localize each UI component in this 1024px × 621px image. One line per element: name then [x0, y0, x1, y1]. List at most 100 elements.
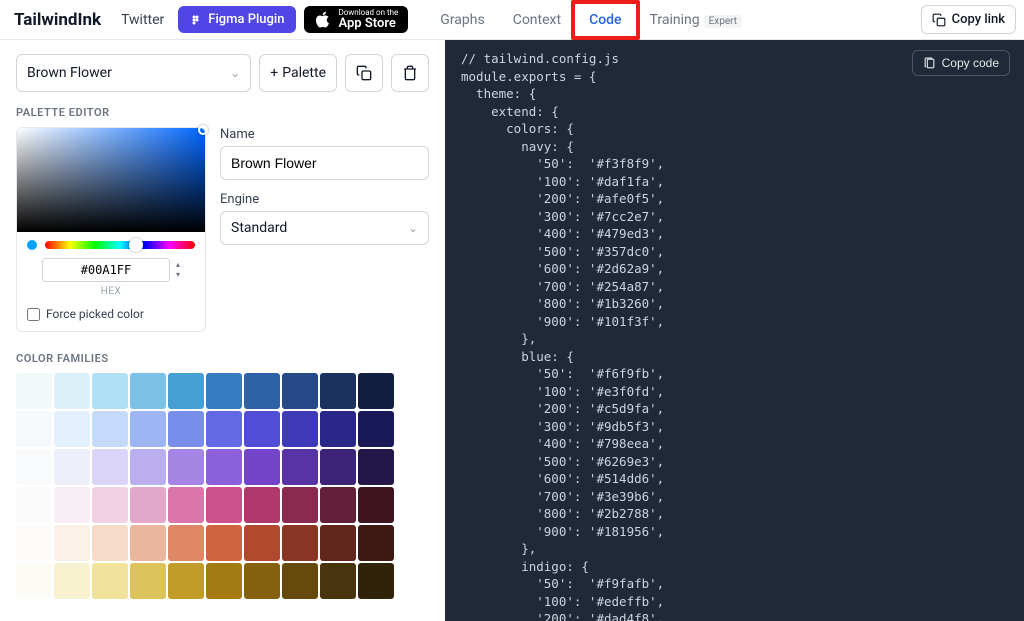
color-swatch[interactable]	[206, 487, 242, 523]
name-label: Name	[220, 127, 429, 142]
color-swatch[interactable]	[206, 411, 242, 447]
color-swatch[interactable]	[244, 487, 280, 523]
color-swatch[interactable]	[244, 449, 280, 485]
family-row	[16, 563, 429, 599]
color-swatch[interactable]	[130, 449, 166, 485]
trash-icon	[402, 65, 418, 81]
left-panel: Brown Flower ⌄ + Palette PALETTE EDITOR	[0, 40, 445, 621]
color-swatch[interactable]	[16, 525, 52, 561]
color-swatch[interactable]	[130, 525, 166, 561]
color-swatch[interactable]	[358, 411, 394, 447]
code-content[interactable]: // tailwind.config.js module.exports = {…	[445, 40, 1024, 621]
color-swatch[interactable]	[206, 563, 242, 599]
color-swatch[interactable]	[206, 525, 242, 561]
copy-code-label: Copy code	[942, 56, 999, 70]
color-swatch[interactable]	[244, 563, 280, 599]
engine-value: Standard	[231, 220, 287, 236]
color-swatch[interactable]	[358, 373, 394, 409]
color-swatch[interactable]	[92, 373, 128, 409]
copy-link-label: Copy link	[952, 12, 1005, 27]
hex-input[interactable]	[42, 258, 170, 282]
color-swatch[interactable]	[244, 411, 280, 447]
hue-slider[interactable]	[45, 241, 195, 249]
color-swatch[interactable]	[244, 525, 280, 561]
app-store-button[interactable]: Download on the App Store	[304, 6, 408, 33]
tab-code[interactable]: Code	[577, 4, 633, 36]
palette-select[interactable]: Brown Flower ⌄	[16, 54, 251, 92]
color-swatch[interactable]	[54, 525, 90, 561]
tab-graphs[interactable]: Graphs	[428, 4, 496, 36]
palette-select-value: Brown Flower	[27, 65, 112, 81]
color-swatch[interactable]	[168, 411, 204, 447]
hex-stepper[interactable]: ▴▾	[176, 261, 180, 279]
color-swatch[interactable]	[358, 449, 394, 485]
color-swatch[interactable]	[358, 525, 394, 561]
saturation-value-area[interactable]	[17, 128, 205, 232]
color-swatch[interactable]	[282, 525, 318, 561]
appstore-big-text: App Store	[338, 17, 398, 30]
name-input[interactable]	[220, 146, 429, 180]
sv-cursor[interactable]	[198, 125, 208, 135]
duplicate-button[interactable]	[345, 54, 383, 92]
color-swatch[interactable]	[244, 373, 280, 409]
color-swatch[interactable]	[168, 525, 204, 561]
family-row	[16, 525, 429, 561]
color-swatch[interactable]	[320, 411, 356, 447]
color-swatch[interactable]	[92, 563, 128, 599]
color-swatch[interactable]	[282, 411, 318, 447]
color-swatch[interactable]	[92, 525, 128, 561]
color-swatch[interactable]	[54, 373, 90, 409]
color-swatch[interactable]	[92, 449, 128, 485]
color-swatch[interactable]	[130, 373, 166, 409]
color-swatch[interactable]	[206, 373, 242, 409]
color-swatch[interactable]	[282, 449, 318, 485]
twitter-link[interactable]: Twitter	[115, 12, 170, 28]
color-swatch[interactable]	[130, 411, 166, 447]
color-swatch[interactable]	[168, 563, 204, 599]
color-swatch[interactable]	[16, 449, 52, 485]
color-swatch[interactable]	[168, 373, 204, 409]
color-swatch[interactable]	[54, 487, 90, 523]
color-swatch[interactable]	[320, 373, 356, 409]
color-families-label: COLOR FAMILIES	[16, 352, 429, 365]
hex-label: HEX	[17, 286, 205, 297]
hue-thumb[interactable]	[129, 238, 143, 252]
color-swatch[interactable]	[92, 411, 128, 447]
color-swatch[interactable]	[168, 449, 204, 485]
chevron-down-icon: ⌄	[230, 66, 240, 80]
color-swatch[interactable]	[130, 487, 166, 523]
color-swatch[interactable]	[16, 487, 52, 523]
color-swatch[interactable]	[130, 563, 166, 599]
color-swatch[interactable]	[358, 563, 394, 599]
color-swatch[interactable]	[320, 525, 356, 561]
color-swatch[interactable]	[54, 449, 90, 485]
add-palette-button[interactable]: + Palette	[259, 54, 337, 92]
color-swatch[interactable]	[54, 563, 90, 599]
chevron-down-icon: ⌄	[408, 221, 418, 235]
delete-button[interactable]	[391, 54, 429, 92]
color-swatch[interactable]	[320, 563, 356, 599]
force-picked-checkbox[interactable]	[27, 308, 40, 321]
color-swatch[interactable]	[282, 373, 318, 409]
color-swatch[interactable]	[358, 487, 394, 523]
tab-context[interactable]: Context	[501, 4, 573, 36]
color-swatch[interactable]	[92, 487, 128, 523]
color-swatch[interactable]	[320, 487, 356, 523]
engine-label: Engine	[220, 192, 429, 207]
color-swatch[interactable]	[16, 563, 52, 599]
family-row	[16, 373, 429, 409]
copy-code-button[interactable]: Copy code	[912, 50, 1010, 76]
tab-training[interactable]: TrainingExpert	[638, 4, 755, 36]
engine-select[interactable]: Standard ⌄	[220, 211, 429, 245]
color-swatch[interactable]	[206, 449, 242, 485]
color-swatch[interactable]	[282, 563, 318, 599]
color-swatch[interactable]	[16, 411, 52, 447]
color-swatch[interactable]	[282, 487, 318, 523]
color-swatch[interactable]	[168, 487, 204, 523]
color-swatch[interactable]	[54, 411, 90, 447]
logo: TailwindInk	[8, 10, 107, 30]
copy-link-button[interactable]: Copy link	[921, 5, 1016, 34]
color-swatch[interactable]	[16, 373, 52, 409]
color-swatch[interactable]	[320, 449, 356, 485]
figma-plugin-button[interactable]: Figma Plugin	[178, 6, 296, 33]
